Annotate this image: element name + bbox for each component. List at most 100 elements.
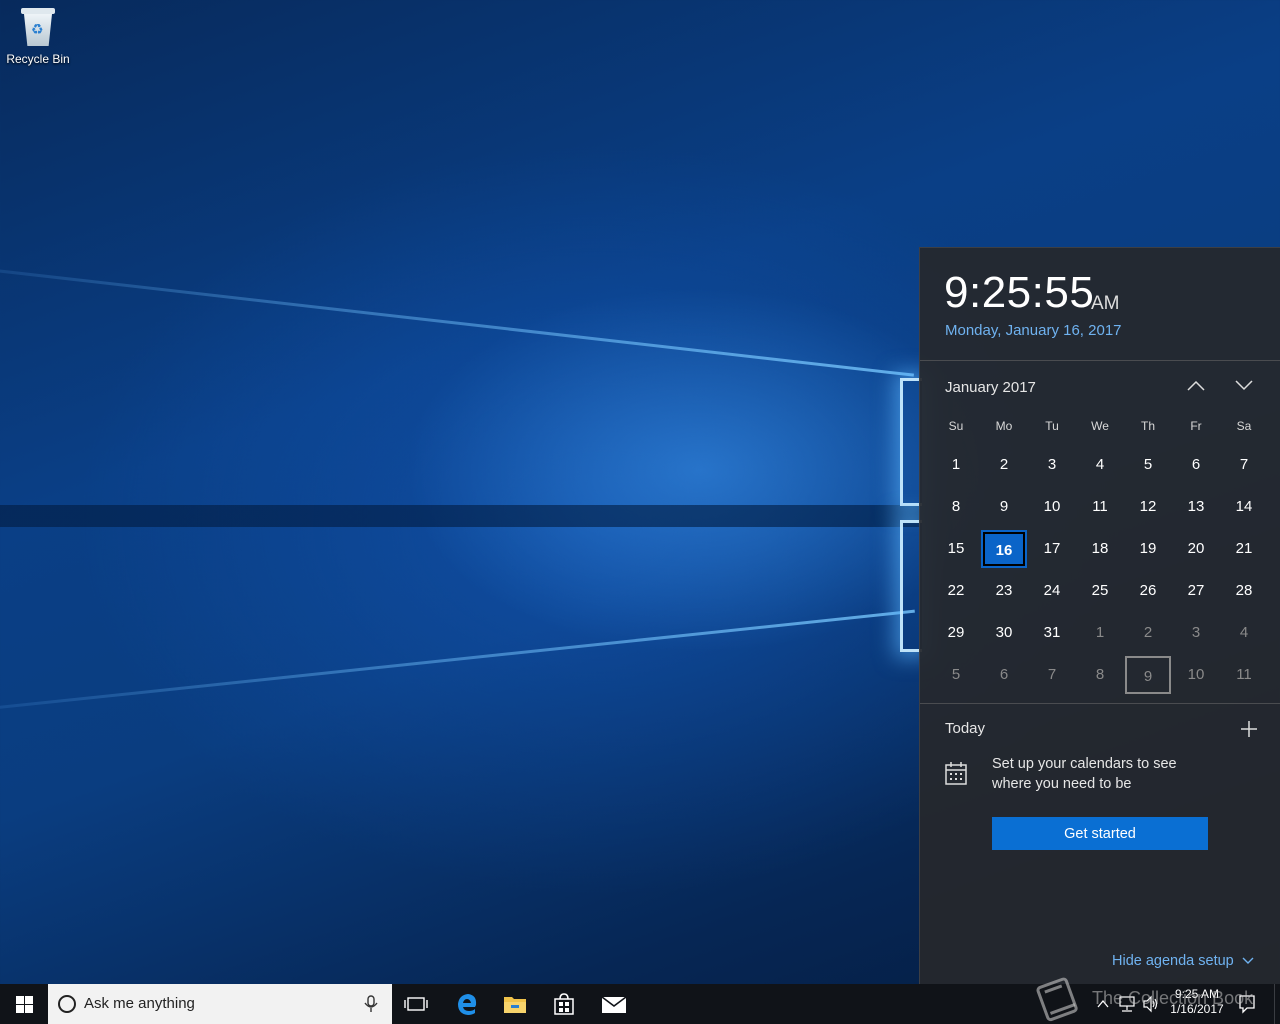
clock-ampm: AM — [1091, 293, 1120, 314]
add-event-button[interactable] — [1238, 718, 1260, 740]
hide-agenda-label: Hide agenda setup — [1112, 953, 1234, 969]
divider — [920, 703, 1280, 704]
calendar-day[interactable]: 6 — [981, 656, 1027, 694]
calendar-day[interactable]: 7 — [1221, 446, 1267, 484]
calendar-day[interactable]: 24 — [1029, 572, 1075, 610]
calendar-day[interactable]: 5 — [1125, 446, 1171, 484]
calendar-day[interactable]: 5 — [933, 656, 979, 694]
weekday-header: Su — [948, 419, 964, 433]
chevron-down-icon — [1242, 957, 1254, 965]
calendar-day[interactable]: 26 — [1125, 572, 1171, 610]
wallpaper-beam — [0, 265, 914, 377]
taskbar-app-store[interactable] — [540, 984, 588, 1024]
store-icon — [554, 993, 574, 1015]
file-explorer-icon — [504, 997, 526, 1013]
hide-agenda-setup-link[interactable]: Hide agenda setup — [1112, 953, 1254, 969]
next-month-button[interactable] — [1229, 375, 1259, 401]
calendar-day[interactable]: 11 — [1221, 656, 1267, 694]
divider — [920, 360, 1280, 361]
agenda-today-label: Today — [945, 720, 986, 737]
network-icon[interactable] — [1118, 995, 1136, 1013]
calendar-day[interactable]: 25 — [1077, 572, 1123, 610]
calendar-day[interactable]: 3 — [1173, 614, 1219, 652]
long-date-link[interactable]: Monday, January 16, 2017 — [945, 322, 1122, 339]
calendar-day[interactable]: 2 — [981, 446, 1027, 484]
windows-logo-icon — [16, 996, 33, 1013]
calendar-day[interactable]: 13 — [1173, 488, 1219, 526]
calendar-day[interactable]: 18 — [1077, 530, 1123, 568]
calendar-day[interactable]: 30 — [981, 614, 1027, 652]
calendar-day[interactable]: 10 — [1173, 656, 1219, 694]
recycle-bin-icon: ♻ — [19, 6, 57, 48]
agenda-setup-message: Set up your calendars to see where you n… — [992, 756, 1177, 792]
calendar-day[interactable]: 14 — [1221, 488, 1267, 526]
desktop-icon-recycle-bin[interactable]: ♻ Recycle Bin — [4, 6, 72, 66]
weekday-header: Sa — [1236, 419, 1252, 433]
desktop-icon-label: Recycle Bin — [6, 52, 70, 66]
calendar-day[interactable]: 31 — [1029, 614, 1075, 652]
weekday-header: Th — [1140, 419, 1155, 433]
mail-icon — [601, 996, 627, 1013]
clock-time: 9:25:55 — [944, 268, 1095, 317]
search-placeholder: Ask me anything — [84, 995, 195, 1012]
calendar-icon — [945, 762, 967, 785]
calendar-day[interactable]: 1 — [933, 446, 979, 484]
taskbar-clock-date: 1/16/2017 — [1170, 1002, 1224, 1016]
cortana-icon — [58, 995, 76, 1013]
calendar-day[interactable]: 8 — [1077, 656, 1123, 694]
calendar-day[interactable]: 2 — [1125, 614, 1171, 652]
calendar-day[interactable]: 9 — [981, 488, 1027, 526]
calendar-day[interactable]: 23 — [981, 572, 1027, 610]
show-hidden-icons-icon[interactable] — [1096, 996, 1110, 1012]
taskbar-clock[interactable]: 9:25 AM 1/16/2017 — [1162, 987, 1232, 1017]
month-label[interactable]: January 2017 — [945, 379, 1036, 396]
calendar-day[interactable]: 1 — [1077, 614, 1123, 652]
calendar-day[interactable]: 11 — [1077, 488, 1123, 526]
calendar-day[interactable]: 19 — [1125, 530, 1171, 568]
calendar-day[interactable]: 10 — [1029, 488, 1075, 526]
calendar-day[interactable]: 16 — [981, 530, 1027, 568]
calendar-day[interactable]: 17 — [1029, 530, 1075, 568]
calendar-day[interactable]: 22 — [933, 572, 979, 610]
calendar-day[interactable]: 8 — [933, 488, 979, 526]
action-center-icon[interactable] — [1238, 994, 1256, 1014]
edge-icon — [458, 994, 477, 1015]
calendar-day[interactable]: 29 — [933, 614, 979, 652]
calendar-day[interactable]: 28 — [1221, 572, 1267, 610]
wallpaper-beam — [0, 609, 915, 713]
taskbar-app-mail[interactable] — [589, 984, 637, 1024]
chevron-down-icon — [1235, 380, 1253, 391]
plus-icon — [1241, 721, 1257, 737]
task-view-button[interactable] — [392, 984, 440, 1024]
calendar-day[interactable]: 9 — [1125, 656, 1171, 694]
calendar-day[interactable]: 15 — [933, 530, 979, 568]
taskbar-app-edge[interactable] — [443, 984, 491, 1024]
calendar-day[interactable]: 21 — [1221, 530, 1267, 568]
taskbar: Ask me anything 9:25 AM 1/16/2017 — [0, 984, 1280, 1024]
calendar-day[interactable]: 4 — [1221, 614, 1267, 652]
calendar-day[interactable]: 27 — [1173, 572, 1219, 610]
previous-month-button[interactable] — [1181, 375, 1211, 401]
weekday-header: Fr — [1190, 419, 1202, 433]
volume-icon[interactable] — [1142, 995, 1160, 1013]
wallpaper-beam — [0, 505, 920, 527]
calendar-day[interactable]: 4 — [1077, 446, 1123, 484]
weekday-header: Tu — [1045, 419, 1059, 433]
taskbar-app-file-explorer[interactable] — [491, 984, 539, 1024]
calendar-day[interactable]: 20 — [1173, 530, 1219, 568]
calendar-day[interactable]: 3 — [1029, 446, 1075, 484]
taskbar-clock-time: 9:25 AM — [1174, 987, 1220, 1001]
microphone-icon[interactable] — [364, 995, 378, 1013]
weekday-header: Mo — [995, 419, 1013, 433]
clock-calendar-flyout: 9:25:55 AM Monday, January 16, 2017 Janu… — [919, 247, 1280, 984]
get-started-button[interactable]: Get started — [992, 817, 1208, 850]
start-button[interactable] — [0, 984, 48, 1024]
calendar-day[interactable]: 12 — [1125, 488, 1171, 526]
task-view-icon — [404, 997, 428, 1011]
chevron-up-icon — [1187, 380, 1205, 391]
weekday-header: We — [1091, 419, 1109, 433]
calendar-day[interactable]: 6 — [1173, 446, 1219, 484]
show-desktop-button[interactable] — [1274, 984, 1280, 1024]
calendar-day[interactable]: 7 — [1029, 656, 1075, 694]
cortana-search-box[interactable]: Ask me anything — [48, 984, 392, 1024]
